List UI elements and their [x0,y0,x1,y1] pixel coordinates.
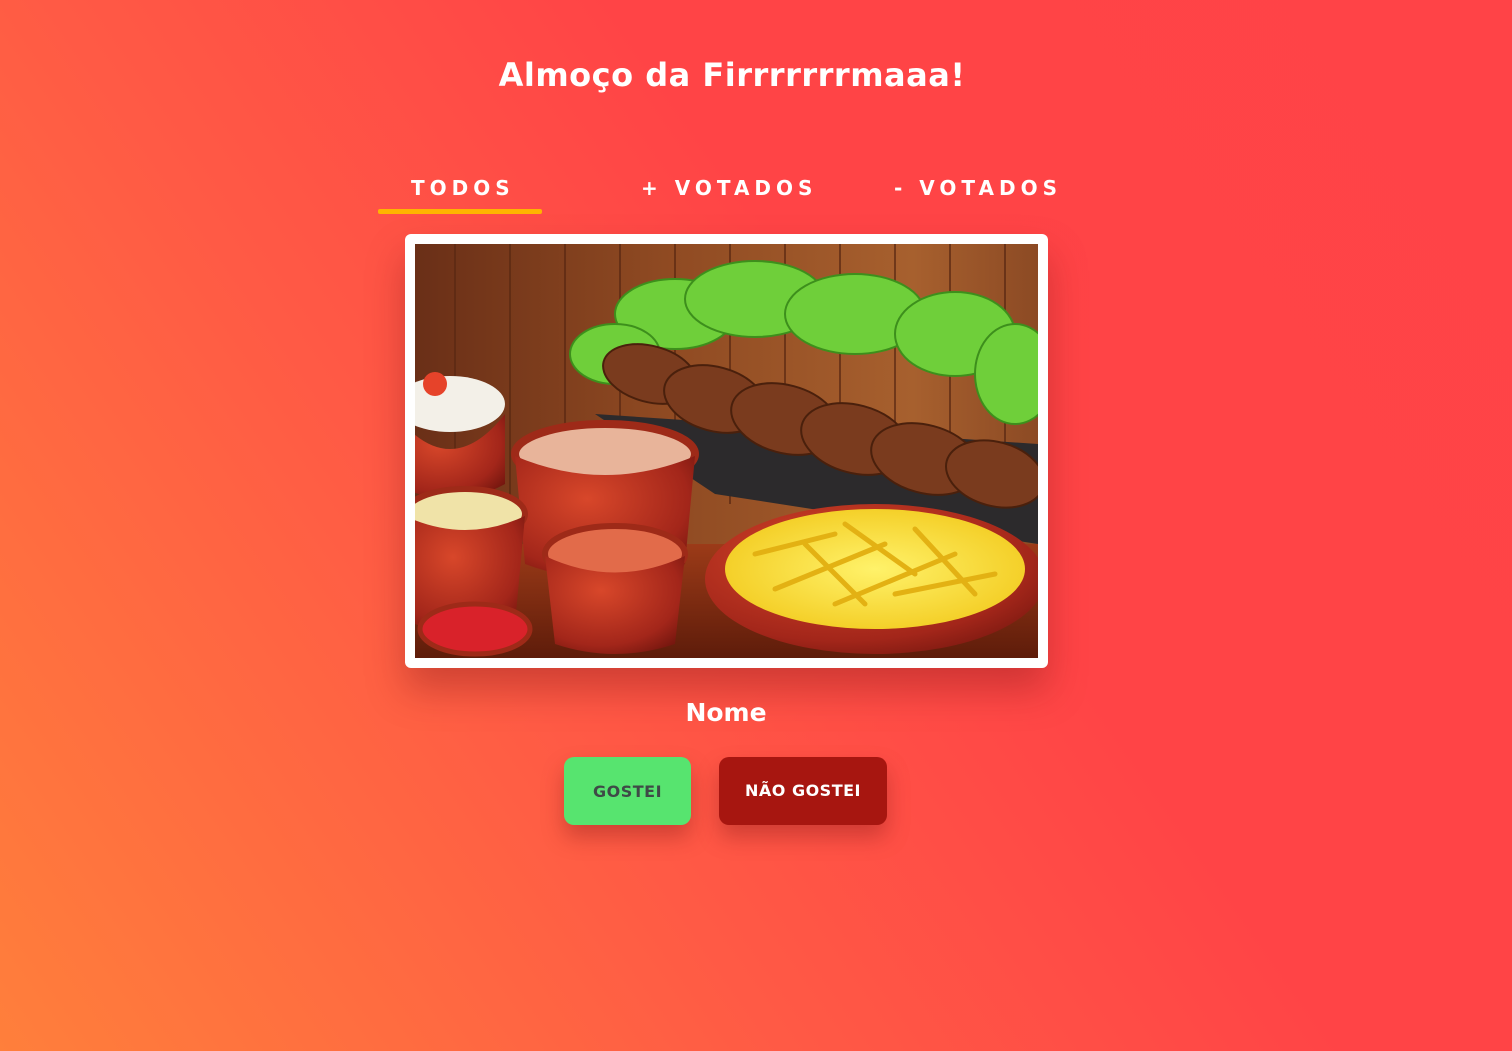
food-photo [415,244,1038,658]
food-photo-card [405,234,1048,668]
page-title: Almoço da Firrrrrrrmaaa! [498,56,966,94]
tab-todos[interactable]: TODOS [411,176,515,200]
dislike-button[interactable]: NÃO GOSTEI [719,757,887,825]
active-tab-indicator [378,209,542,214]
tab-menos-votados[interactable]: - VOTADOS [894,176,1062,200]
item-name: Nome [685,698,767,727]
tab-mais-votados[interactable]: + VOTADOS [641,176,817,200]
like-button[interactable]: GOSTEI [564,757,691,825]
filter-tabs: TODOS + VOTADOS - VOTADOS [0,166,1512,216]
